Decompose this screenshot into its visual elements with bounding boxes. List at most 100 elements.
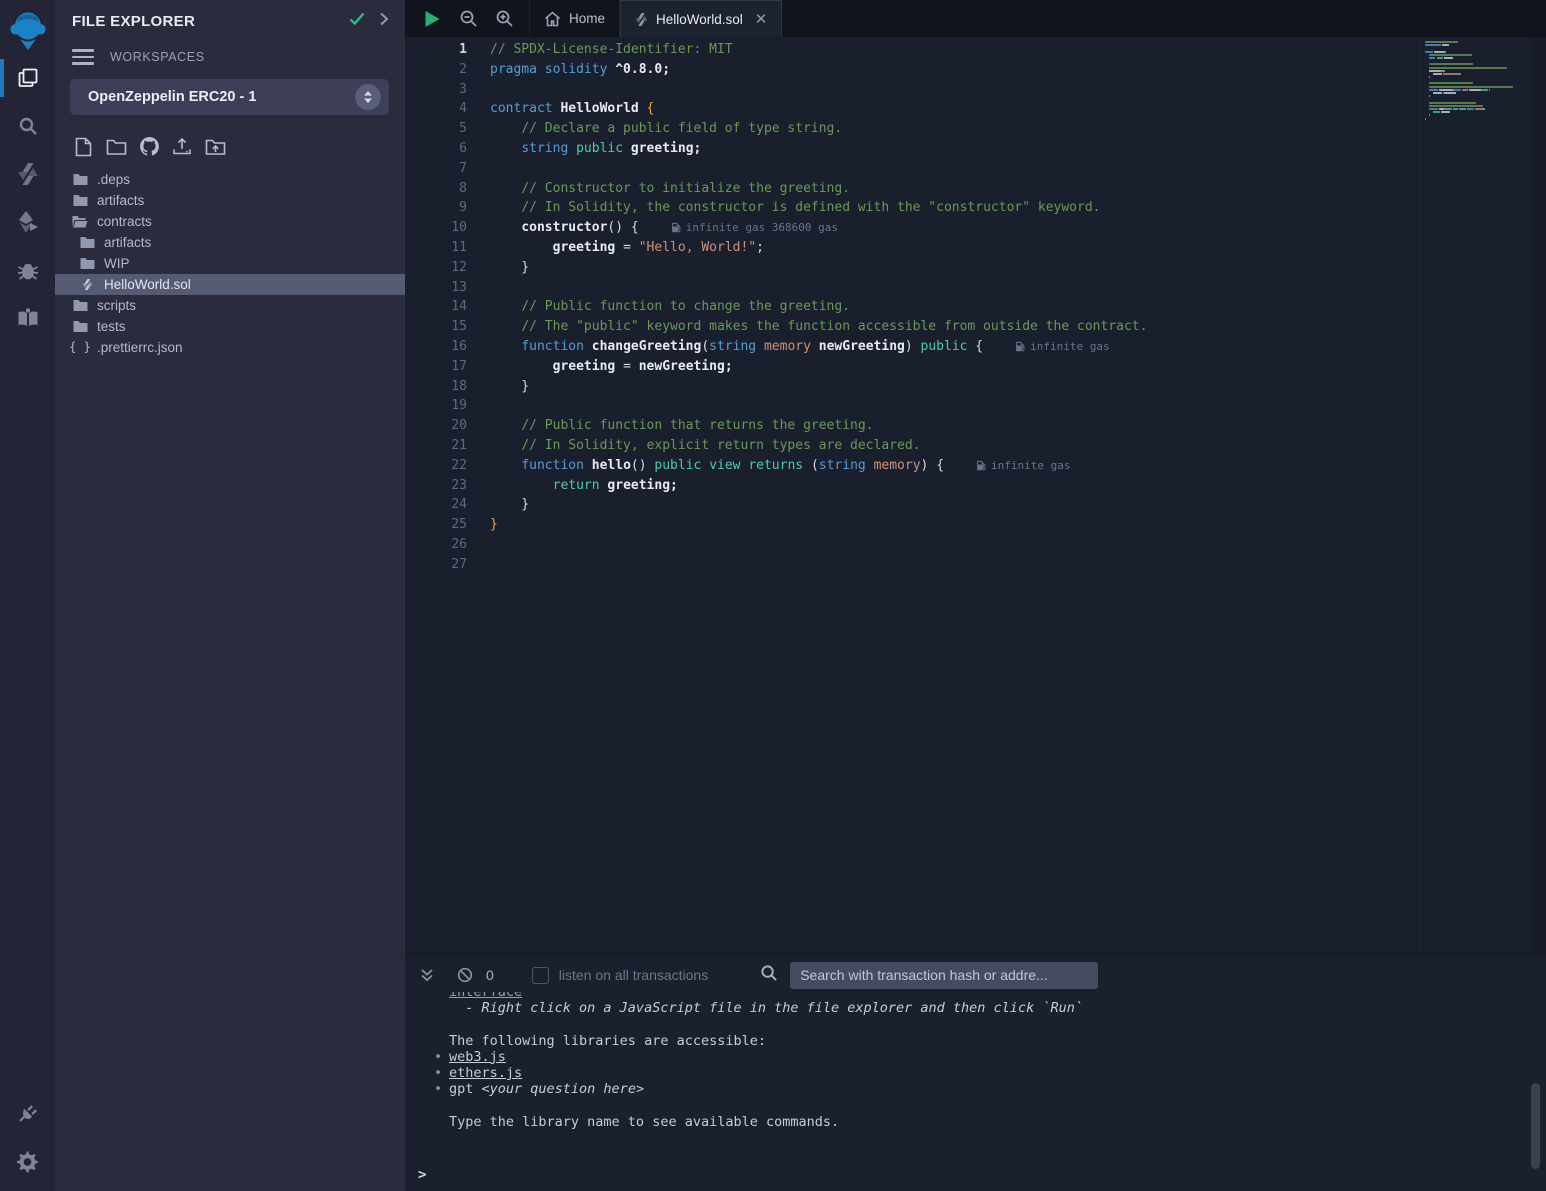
code-line: // Declare a public field of type string… (490, 119, 1420, 139)
gas-pump-icon (1015, 340, 1030, 353)
code-line: } (490, 258, 1420, 278)
zoom-in-icon[interactable] (493, 8, 515, 30)
tree-folder-scripts[interactable]: scripts (55, 295, 405, 316)
terminal-output[interactable]: interface - Right click on a JavaScript … (405, 992, 1546, 1191)
terminal-link[interactable]: web3.js (449, 1049, 506, 1065)
tree-item-label: tests (97, 319, 126, 334)
code-line: // Constructor to initialize the greetin… (490, 179, 1420, 199)
code-line (490, 396, 1420, 416)
sidebar-item-debugger[interactable] (0, 246, 55, 294)
code-line (490, 555, 1420, 575)
minimap[interactable] (1420, 37, 1533, 952)
terminal-link[interactable]: ethers.js (449, 1065, 522, 1081)
learneth-book-icon (16, 306, 40, 330)
folder-icon (72, 194, 88, 207)
code-line (490, 535, 1420, 555)
tree-file-helloworld-sol[interactable]: HelloWorld.sol (55, 274, 405, 295)
new-folder-icon[interactable] (104, 135, 128, 159)
code-line (490, 159, 1420, 179)
sidebar-item-file-explorer[interactable] (0, 54, 55, 102)
gear-icon (16, 1150, 39, 1173)
listen-transactions-checkbox[interactable] (532, 967, 549, 984)
workspace-select[interactable]: OpenZeppelin ERC20 - 1 (70, 79, 389, 115)
deploy-run-icon (16, 210, 40, 234)
terminal-line: •web3.js (449, 1049, 1546, 1065)
code-line: constructor() {infinite gas 368600 gas (490, 218, 1420, 238)
upload-file-icon[interactable] (170, 135, 194, 159)
terminal-prompt[interactable]: > (418, 1167, 426, 1183)
workspace-selected-value: OpenZeppelin ERC20 - 1 (88, 89, 355, 105)
tree-item-label: .deps (97, 172, 130, 187)
upload-folder-icon[interactable] (203, 135, 227, 159)
terminal-line: interface (449, 992, 1546, 1000)
activity-bar (0, 0, 55, 1191)
plugin-manager-button[interactable] (0, 1089, 55, 1137)
sidebar-item-search[interactable] (0, 102, 55, 150)
code-line (490, 278, 1420, 298)
remix-logo-icon[interactable] (6, 8, 50, 54)
tree-folder-artifacts[interactable]: artifacts (55, 190, 405, 211)
sidebar-item-learneth[interactable] (0, 294, 55, 342)
workspaces-label: WORKSPACES (110, 50, 205, 64)
run-script-button[interactable] (421, 8, 443, 30)
code-line: // In Solidity, the constructor is defin… (490, 198, 1420, 218)
clone-github-icon[interactable] (137, 135, 161, 159)
code-line: function hello() public view returns (st… (490, 456, 1420, 476)
sidebar-item-solidity-compiler[interactable] (0, 150, 55, 198)
file-explorer-toolbar (55, 115, 405, 167)
editor-scrollbar[interactable] (1533, 37, 1546, 952)
clear-console-icon[interactable] (452, 962, 478, 988)
tree-folder-artifacts[interactable]: artifacts (55, 232, 405, 253)
listen-transactions-label: listen on all transactions (559, 967, 708, 983)
tab-home[interactable]: Home (529, 0, 620, 37)
gas-estimate-hint: infinite gas 368600 gas (671, 221, 838, 234)
code-line: string public greeting; (490, 139, 1420, 159)
expand-terminal-icon[interactable] (414, 962, 440, 988)
workspaces-menu-icon[interactable] (72, 49, 94, 65)
terminal-line (449, 1016, 1546, 1032)
chevron-right-icon[interactable] (379, 12, 389, 31)
tree-item-label: .prettierrc.json (97, 340, 183, 355)
tree-item-label: scripts (97, 298, 136, 313)
tree-folder-tests[interactable]: tests (55, 316, 405, 337)
terminal-line: The following libraries are accessible: (449, 1033, 1546, 1049)
terminal-line: - Right click on a JavaScript file in th… (449, 1000, 1546, 1016)
tree-item-label: artifacts (104, 235, 151, 250)
code-line: // In Solidity, explicit return types ar… (490, 436, 1420, 456)
debugger-bug-icon (16, 258, 40, 282)
tree-folder--deps[interactable]: .deps (55, 169, 405, 190)
remix-ide-window: FILE EXPLORER WORKSPACES OpenZeppelin ER… (0, 0, 1546, 1191)
zoom-out-icon[interactable] (457, 8, 479, 30)
file-explorer-icon (16, 66, 40, 90)
sidebar-item-deploy-run[interactable] (0, 198, 55, 246)
tree-item-label: WIP (104, 256, 130, 271)
workspace-sort-button[interactable] (355, 84, 381, 110)
solidity-file-icon (79, 278, 95, 291)
json-file-icon: { } (72, 340, 88, 354)
tree-folder-wip[interactable]: WIP (55, 253, 405, 274)
folder-icon (72, 173, 88, 186)
code-content[interactable]: // SPDX-License-Identifier: MITpragma so… (478, 37, 1420, 952)
new-file-icon[interactable] (71, 135, 95, 159)
settings-button[interactable] (0, 1137, 55, 1185)
plug-icon (16, 1101, 40, 1125)
close-tab-icon[interactable]: ✕ (755, 10, 768, 28)
terminal-line: •ethers.js (449, 1065, 1546, 1081)
solidity-compiler-icon (17, 162, 39, 186)
code-editor[interactable]: 1234567891011121314151617181920212223242… (405, 37, 1546, 952)
terminal-scrollbar-thumb[interactable] (1531, 1083, 1540, 1169)
tree-item-label: artifacts (97, 193, 144, 208)
code-line: greeting = newGreeting; (490, 357, 1420, 377)
code-line: // Public function to change the greetin… (490, 297, 1420, 317)
terminal-search-input[interactable] (790, 962, 1098, 989)
code-line: // Public function that returns the gree… (490, 416, 1420, 436)
transaction-count-badge: 0 (486, 967, 494, 983)
editor-area: Home HelloWorld.sol ✕ 123456789101112131… (405, 0, 1546, 1191)
tree-folder-contracts[interactable]: contracts (55, 211, 405, 232)
folder-icon (79, 257, 95, 270)
check-icon (349, 12, 365, 31)
tree-file--prettierrc-json[interactable]: { } .prettierrc.json (55, 337, 405, 358)
terminal-line (449, 1097, 1546, 1113)
code-line: pragma solidity ^0.8.0; (490, 60, 1420, 80)
tab-helloworld-sol[interactable]: HelloWorld.sol ✕ (620, 0, 782, 37)
